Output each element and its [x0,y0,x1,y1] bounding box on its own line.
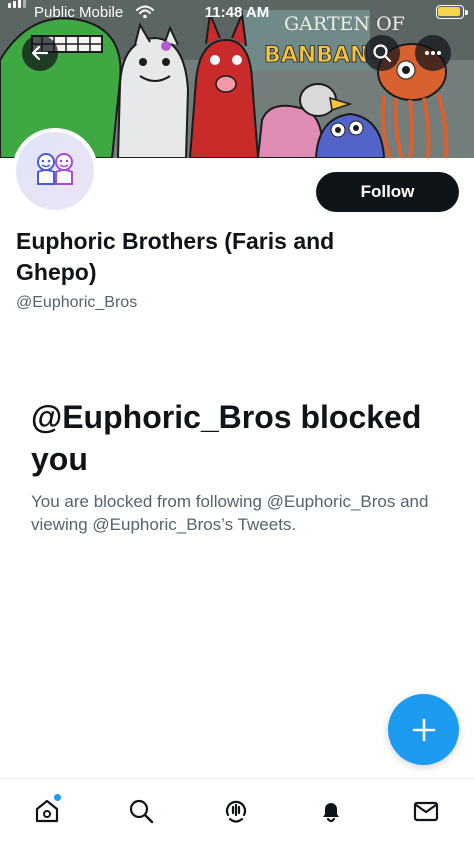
more-icon [425,51,441,55]
arrow-left-icon [31,45,49,61]
notifications-icon [323,803,339,823]
display-name: Euphoric Brothers (Faris and Ghepo) [16,228,335,285]
user-handle: @Euphoric_Bros [16,294,138,311]
status-bar: Public Mobile 11:48 AM [0,0,474,26]
plus-icon [412,718,435,741]
battery-icon [436,5,468,19]
clock: 11:48 AM [204,4,270,21]
blocked-description: You are blocked from following @Euphoric… [31,492,429,534]
follow-button[interactable]: Follow [316,172,459,212]
compose-tweet-button[interactable] [388,694,459,765]
search-button[interactable] [364,35,400,71]
avatar[interactable] [12,128,98,214]
home-icon [35,799,59,823]
spaces-icon [225,800,247,823]
banner-title-line2: BANBAN [264,43,368,68]
tab-messages[interactable] [410,795,442,827]
back-button[interactable] [22,35,58,71]
blocked-title: @Euphoric_Bros blocked you [31,399,422,477]
tab-search[interactable] [125,795,157,827]
bottom-tab-bar [0,778,474,842]
avatar-image [37,153,73,185]
messages-icon [413,801,439,822]
more-button[interactable] [415,35,451,71]
tab-notifications[interactable] [315,795,347,827]
search-icon [129,799,154,824]
tab-spaces[interactable] [220,795,252,827]
home-notification-dot [54,794,61,801]
search-icon [373,44,392,63]
